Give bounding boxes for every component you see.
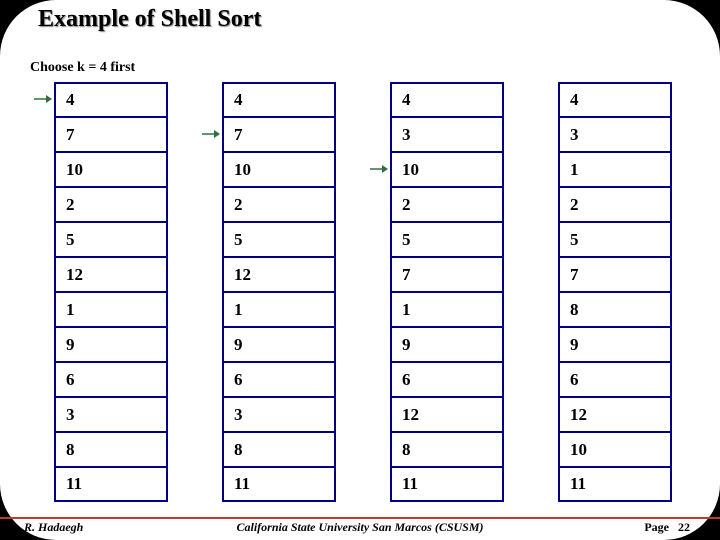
cell-box: 431257896121011 [558,82,672,502]
array-cell: 5 [222,222,336,257]
arrow-icon [370,164,384,165]
array-cell: 1 [222,292,336,327]
footer: A. R. Hadaegh California State Universit… [0,517,720,535]
array-cell: 3 [222,397,336,432]
array-cell: 1 [54,292,168,327]
array-cell: 3 [54,397,168,432]
array-cell: 4 [54,82,168,117]
footer-university: California State University San Marcos (… [236,520,483,535]
columns-container: 4710251219638114710251219638114310257196… [54,82,672,502]
footer-author: A. R. Hadaegh [10,520,83,535]
subtitle: Choose k = 4 first [30,60,135,76]
array-cell: 8 [222,432,336,467]
array-cell: 12 [558,397,672,432]
array-cell: 9 [222,327,336,362]
cell-box: 431025719612811 [390,82,504,502]
array-cell: 8 [390,432,504,467]
footer-page: Page 22 [644,520,690,535]
footer-page-number: 22 [678,520,690,534]
page-title: Example of Shell Sort [38,6,261,33]
array-cell: 9 [54,327,168,362]
array-cell: 12 [54,257,168,292]
array-cell: 5 [390,222,504,257]
column: 431025719612811 [390,82,504,502]
array-cell: 11 [54,467,168,502]
array-cell: 7 [390,257,504,292]
array-cell: 4 [222,82,336,117]
array-cell: 5 [54,222,168,257]
column: 471025121963811 [222,82,336,502]
footer-page-label: Page [644,520,669,534]
array-cell: 10 [54,152,168,187]
array-cell: 11 [222,467,336,502]
arrow-icon [202,129,216,130]
array-cell: 10 [222,152,336,187]
array-cell: 2 [222,187,336,222]
array-cell: 11 [558,467,672,502]
array-cell: 2 [558,187,672,222]
array-cell: 10 [390,152,504,187]
array-cell: 3 [558,117,672,152]
array-cell: 7 [222,117,336,152]
array-cell: 10 [558,432,672,467]
array-cell: 2 [390,187,504,222]
arrow-icon [34,94,48,95]
array-cell: 9 [390,327,504,362]
array-cell: 4 [390,82,504,117]
array-cell: 7 [54,117,168,152]
array-cell: 6 [390,362,504,397]
array-cell: 4 [558,82,672,117]
array-cell: 6 [558,362,672,397]
array-cell: 12 [222,257,336,292]
array-cell: 3 [390,117,504,152]
array-cell: 8 [558,292,672,327]
column: 471025121963811 [54,82,168,502]
cell-box: 471025121963811 [54,82,168,502]
array-cell: 8 [54,432,168,467]
array-cell: 5 [558,222,672,257]
column: 431257896121011 [558,82,672,502]
array-cell: 9 [558,327,672,362]
array-cell: 6 [222,362,336,397]
array-cell: 2 [54,187,168,222]
array-cell: 6 [54,362,168,397]
array-cell: 12 [390,397,504,432]
cell-box: 471025121963811 [222,82,336,502]
array-cell: 7 [558,257,672,292]
array-cell: 1 [558,152,672,187]
array-cell: 1 [390,292,504,327]
array-cell: 11 [390,467,504,502]
